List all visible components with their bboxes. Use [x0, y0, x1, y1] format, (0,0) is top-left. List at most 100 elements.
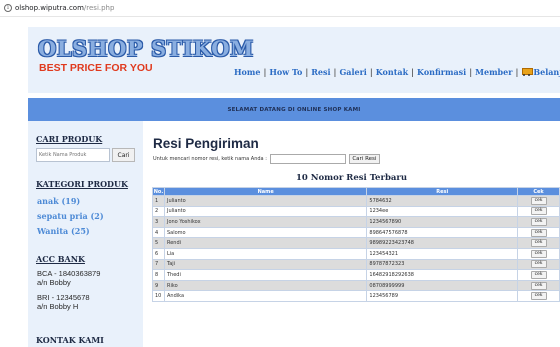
row-cek-cell: cek	[517, 216, 560, 228]
row-cek-cell: cek	[517, 247, 560, 260]
row-cek-cell: cek	[517, 290, 560, 302]
table-title: 10 Nomor Resi Terbaru	[295, 173, 408, 183]
row-number: 2	[152, 205, 165, 218]
row-number: 1	[152, 195, 165, 207]
table-row: 6 Lia 123454321 cek	[152, 247, 560, 260]
row-name: Taji	[163, 258, 368, 271]
category-link-anak[interactable]: anak (19)	[37, 196, 80, 206]
table-row: 8 Thedi 16482918292638 cek	[152, 269, 560, 281]
resi-search: Untuk mencari nomor resi, ketik nama And…	[153, 154, 380, 164]
site-header: OLSHOP STIKOM BEST PRICE FOR YOU Home | H…	[28, 27, 560, 93]
row-number: 7	[152, 258, 165, 271]
nav-separator: |	[263, 67, 267, 77]
cek-button[interactable]: cek	[530, 207, 547, 216]
column-header-resi: Resi	[366, 187, 519, 196]
row-name: Riko	[163, 279, 368, 292]
row-cek-cell: cek	[517, 279, 560, 292]
cek-button[interactable]: cek	[530, 217, 547, 226]
resi-search-input[interactable]	[269, 154, 346, 164]
row-cek-cell: cek	[517, 205, 560, 218]
row-resi: 98989223423748	[366, 237, 519, 249]
row-name: Julianto	[163, 195, 368, 207]
cek-button[interactable]: cek	[530, 249, 547, 258]
cek-button[interactable]: cek	[530, 270, 547, 279]
nav-separator: |	[469, 67, 473, 77]
product-search-button[interactable]: Cari	[112, 148, 135, 162]
table-body: 1 Julianto 5784632 cek 2 Julianto 1234ee cek 3 Jo…	[152, 195, 560, 302]
column-header-name: Name	[163, 187, 368, 196]
row-resi: 123454321	[366, 247, 519, 260]
kontak-kami-title: KONTAK KAMI	[36, 335, 104, 345]
nav-konfirmasi[interactable]: Konfirmasi	[417, 67, 466, 77]
bank-account: BCA - 1840363879 a/n Bobby	[37, 269, 100, 287]
resi-table: No. Name Resi Cek 1 Julianto 5784632 cek 2 Ju…	[152, 187, 560, 302]
row-name: Andika	[163, 290, 368, 302]
cart-icon[interactable]	[521, 67, 534, 77]
row-name: Salomo	[163, 226, 368, 239]
main-nav: Home | How To | Resi | Galeri | Kontak | Konf…	[234, 67, 560, 77]
nav-galeri[interactable]: Galeri	[339, 67, 366, 77]
table-row: 9 Riko 08708999999 cek	[152, 279, 560, 292]
row-resi: 1234567890	[366, 216, 519, 228]
table-row: 7 Taji 89787872323 cek	[152, 258, 560, 271]
welcome-banner: SELAMAT DATANG DI ONLINE SHOP KAMI	[28, 98, 560, 121]
sidebar: CARI PRODUK Cari KATEGORI PRODUK anak (1…	[28, 121, 143, 347]
nav-member[interactable]: Member	[475, 67, 512, 77]
nav-kontak[interactable]: Kontak	[376, 67, 408, 77]
row-name: Lia	[163, 247, 368, 260]
bank-account-number: BRI - 12345678	[37, 293, 90, 302]
cek-button[interactable]: cek	[530, 292, 547, 301]
site-logo[interactable]: OLSHOP STIKOM	[38, 36, 254, 61]
product-search-input[interactable]	[36, 148, 110, 162]
table-row: 10 Andika 123456789 cek	[152, 290, 560, 302]
row-number: 8	[152, 269, 165, 281]
row-number: 5	[152, 237, 165, 249]
bank-account-holder: a/n Bobby H	[37, 302, 79, 311]
url-path: /resi.php	[83, 4, 115, 12]
resi-search-label: Untuk mencari nomor resi, ketik nama And…	[153, 156, 267, 162]
nav-how-to[interactable]: How To	[269, 67, 302, 77]
cek-button[interactable]: cek	[530, 281, 547, 290]
row-name: Julianto	[163, 205, 368, 218]
cek-button[interactable]: cek	[530, 196, 547, 205]
main-content: Resi Pengiriman Untuk mencari nomor resi…	[143, 121, 560, 347]
resi-search-button[interactable]: Cari Resi	[348, 154, 380, 164]
nav-resi[interactable]: Resi	[311, 67, 330, 77]
table-row: 3 Jono Yoshikox 1234567890 cek	[152, 216, 560, 228]
row-cek-cell: cek	[517, 269, 560, 281]
row-cek-cell: cek	[517, 237, 560, 249]
cari-produk-title: CARI PRODUK	[36, 134, 103, 144]
cek-button[interactable]: cek	[530, 239, 547, 248]
welcome-text: SELAMAT DATANG DI ONLINE SHOP KAMI	[227, 106, 361, 113]
cek-button[interactable]: cek	[530, 228, 547, 237]
cek-button[interactable]: cek	[530, 260, 547, 269]
nav-separator: |	[333, 67, 337, 77]
row-cek-cell: cek	[517, 195, 560, 207]
row-resi: 123456789	[366, 290, 519, 302]
row-number: 10	[152, 290, 165, 302]
site-tagline: BEST PRICE FOR YOU	[39, 62, 153, 74]
nav-belanja[interactable]: Belanja	[533, 67, 560, 77]
page-title: Resi Pengiriman	[153, 136, 259, 151]
row-resi: 89787872323	[366, 258, 519, 271]
row-number: 9	[152, 279, 165, 292]
acc-bank-title: ACC BANK	[36, 254, 85, 264]
category-link-sepatu-pria[interactable]: sepatu pria (2)	[37, 211, 104, 221]
url-host: olshop.wiputra.com	[15, 4, 84, 12]
bank-account-holder: a/n Bobby	[37, 278, 71, 287]
row-number: 3	[152, 216, 165, 228]
nav-separator: |	[411, 67, 415, 77]
row-resi: 16482918292638	[366, 269, 519, 281]
kategori-produk-title: KATEGORI PRODUK	[36, 179, 128, 189]
category-link-wanita[interactable]: Wanita (25)	[37, 226, 90, 236]
bank-account-number: BCA - 1840363879	[37, 269, 101, 278]
nav-home[interactable]: Home	[234, 67, 260, 77]
row-cek-cell: cek	[517, 258, 560, 271]
row-name: Thedi	[163, 269, 368, 281]
row-name: Rendi	[163, 237, 368, 249]
table-row: 2 Julianto 1234ee cek	[152, 205, 560, 218]
info-icon[interactable]: i	[4, 4, 12, 12]
address-bar[interactable]: i olshop.wiputra.com/resi.php	[0, 0, 560, 17]
row-number: 4	[152, 226, 165, 239]
column-header-cek: Cek	[517, 187, 560, 196]
